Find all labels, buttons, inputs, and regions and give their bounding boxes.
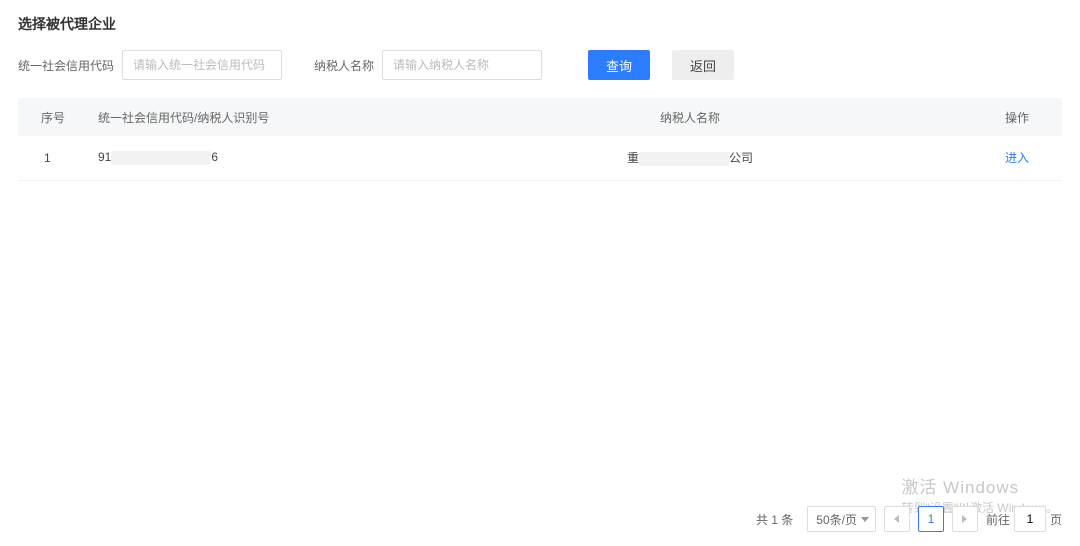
next-page-button[interactable]	[952, 506, 978, 532]
watermark-main: 激活 Windows	[901, 477, 1058, 500]
filter-code-label: 统一社会信用代码	[18, 57, 114, 74]
th-seq: 序号	[18, 98, 88, 136]
back-button[interactable]: 返回	[672, 50, 734, 80]
chevron-left-icon	[894, 515, 899, 523]
results-table: 序号 统一社会信用代码/纳税人识别号 纳税人名称 操作 1 91xxxxxxxx…	[18, 98, 1062, 181]
jump-to-page: 前往 页	[986, 506, 1062, 532]
cell-op: 进入	[972, 136, 1062, 180]
name-prefix: 重	[627, 151, 639, 165]
name-suffix: 公司	[729, 151, 753, 165]
page-size-label: 50条/页	[816, 511, 857, 528]
cell-name: 重xxxxxxxx公司	[408, 136, 972, 180]
table-row: 1 91xxxxxxxxxx6 重xxxxxxxx公司 进入	[18, 136, 1062, 180]
filter-name-label: 纳税人名称	[314, 57, 374, 74]
search-button[interactable]: 查询	[588, 50, 650, 80]
masked-segment: xxxxxxxx	[639, 152, 729, 166]
chevron-down-icon	[861, 517, 869, 522]
filter-row: 统一社会信用代码 纳税人名称 查询 返回	[18, 50, 1062, 80]
th-name: 纳税人名称	[408, 98, 972, 136]
cell-code: 91xxxxxxxxxx6	[88, 136, 408, 180]
jump-suffix: 页	[1050, 511, 1062, 528]
th-code: 统一社会信用代码/纳税人识别号	[88, 98, 408, 136]
code-prefix: 91	[98, 150, 111, 164]
th-op: 操作	[972, 98, 1062, 136]
page-size-select[interactable]: 50条/页	[807, 506, 876, 532]
page-title: 选择被代理企业	[18, 14, 1062, 34]
cell-seq: 1	[18, 136, 88, 180]
page-number-1[interactable]: 1	[918, 506, 944, 532]
masked-segment: xxxxxxxxxx	[111, 151, 211, 165]
code-suffix: 6	[211, 150, 218, 164]
jump-prefix: 前往	[986, 511, 1010, 528]
prev-page-button[interactable]	[884, 506, 910, 532]
chevron-right-icon	[962, 515, 967, 523]
filter-name-input[interactable]	[382, 50, 542, 80]
filter-code-input[interactable]	[122, 50, 282, 80]
pagination-total: 共 1 条	[756, 511, 793, 528]
jump-input[interactable]	[1014, 506, 1046, 532]
enter-link[interactable]: 进入	[1005, 151, 1029, 165]
pagination: 共 1 条 50条/页 1 前往 页	[756, 506, 1062, 532]
